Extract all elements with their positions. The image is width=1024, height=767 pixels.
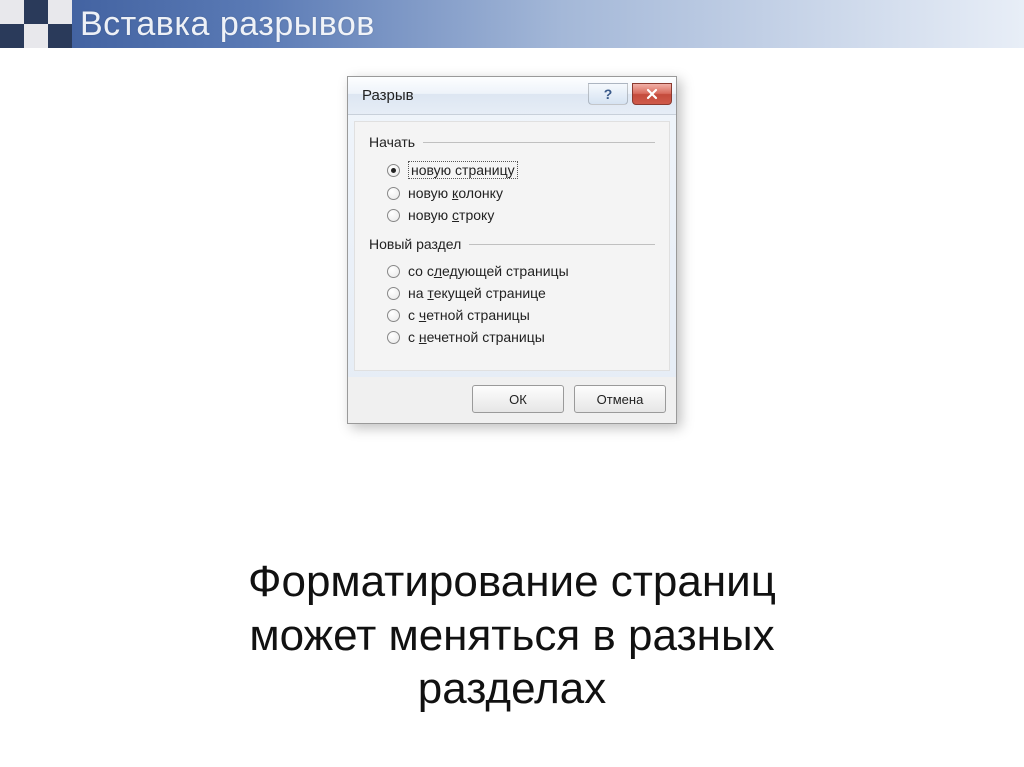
radio-label: новую колонку xyxy=(408,185,503,201)
radio-label: на текущей странице xyxy=(408,285,546,301)
dialog-titlebar[interactable]: Разрыв ? xyxy=(348,77,676,115)
divider-line xyxy=(469,244,655,245)
dialog-title: Разрыв xyxy=(362,87,588,104)
titlebar-buttons: ? xyxy=(588,85,672,107)
group-start-legend-text: Начать xyxy=(369,134,415,150)
radio-new-page[interactable]: новую страницу xyxy=(369,158,655,182)
radio-icon xyxy=(387,187,400,200)
header-decor-squares xyxy=(0,0,72,48)
radio-icon xyxy=(387,309,400,322)
slide-header: Вставка разрывов xyxy=(0,0,1024,48)
caption-line: Форматирование страниц xyxy=(0,555,1024,609)
dialog-footer: ОК Отмена xyxy=(348,377,676,423)
radio-label: новую страницу xyxy=(408,161,518,179)
help-button[interactable]: ? xyxy=(588,83,628,105)
ok-button[interactable]: ОК xyxy=(472,385,564,413)
group-section-legend-text: Новый раздел xyxy=(369,236,461,252)
radio-current-page[interactable]: на текущей странице xyxy=(369,282,655,304)
slide-caption: Форматирование страниц может меняться в … xyxy=(0,555,1024,716)
group-new-section: Новый раздел со следующей страницы на те… xyxy=(369,236,655,348)
slide-title: Вставка разрывов xyxy=(80,5,375,44)
group-start: Начать новую страницу новую колонку нову… xyxy=(369,134,655,226)
radio-even-page[interactable]: с четной страницы xyxy=(369,304,655,326)
group-start-legend: Начать xyxy=(369,134,655,150)
radio-icon xyxy=(387,209,400,222)
help-icon: ? xyxy=(604,86,613,102)
close-icon xyxy=(645,88,659,100)
radio-label: новую строку xyxy=(408,207,494,223)
divider-line xyxy=(423,142,655,143)
radio-icon xyxy=(387,265,400,278)
radio-icon xyxy=(387,287,400,300)
radio-label: с нечетной страницы xyxy=(408,329,545,345)
dialog-body: Начать новую страницу новую колонку нову… xyxy=(354,121,670,371)
radio-label: с четной страницы xyxy=(408,307,530,323)
cancel-button[interactable]: Отмена xyxy=(574,385,666,413)
radio-label: со следующей страницы xyxy=(408,263,569,279)
radio-icon xyxy=(387,164,400,177)
radio-new-column[interactable]: новую колонку xyxy=(369,182,655,204)
group-section-legend: Новый раздел xyxy=(369,236,655,252)
radio-next-page[interactable]: со следующей страницы xyxy=(369,260,655,282)
caption-line: может меняться в разных xyxy=(0,609,1024,663)
close-button[interactable] xyxy=(632,83,672,105)
radio-icon xyxy=(387,331,400,344)
caption-line: разделах xyxy=(0,662,1024,716)
break-dialog: Разрыв ? Начать новую страницу xyxy=(347,76,677,424)
radio-new-line[interactable]: новую строку xyxy=(369,204,655,226)
radio-odd-page[interactable]: с нечетной страницы xyxy=(369,326,655,348)
